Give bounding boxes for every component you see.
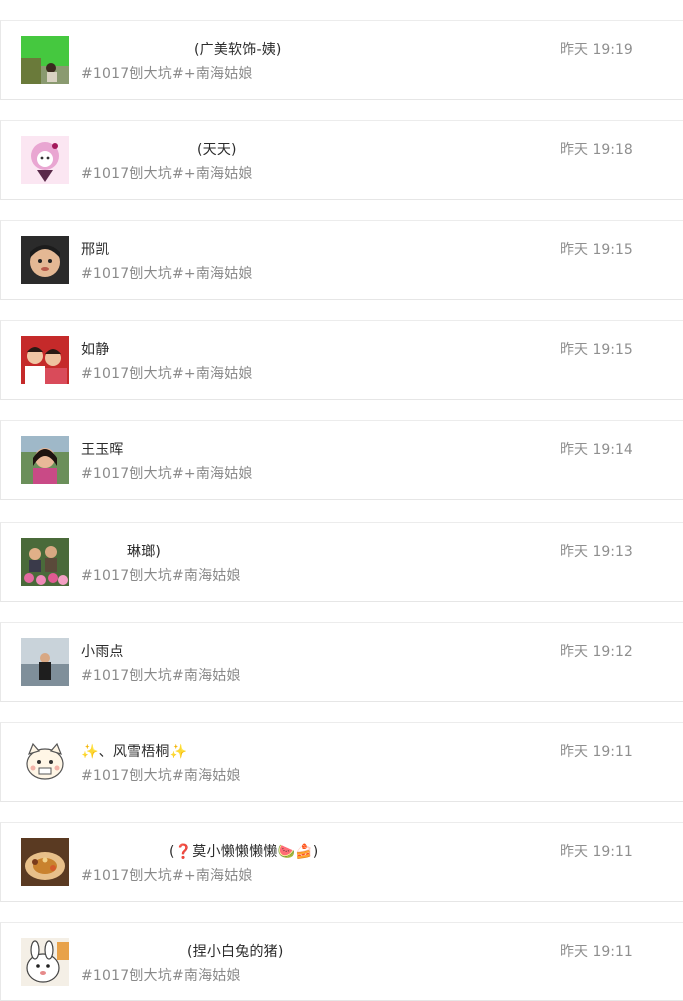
message-text: #1017刨大坑#+南海姑娘: [81, 868, 253, 884]
message-row[interactable]: (捏小白兔的猪) 昨天 19:11 #1017刨大坑#南海姑娘: [0, 922, 683, 1001]
sender-name: (天天): [197, 142, 237, 158]
message-time: 昨天 19:15: [560, 342, 633, 358]
sender-name: 王玉晖: [81, 442, 124, 458]
message-time: 昨天 19:13: [560, 544, 633, 560]
sender-name: (捏小白兔的猪): [187, 944, 284, 960]
message-row[interactable]: 琳瑯) 昨天 19:13 #1017刨大坑#南海姑娘: [0, 522, 683, 602]
avatar[interactable]: [21, 136, 69, 184]
message-row[interactable]: 如静 昨天 19:15 #1017刨大坑#+南海姑娘: [0, 320, 683, 400]
message-time: 昨天 19:11: [560, 744, 633, 760]
sender-name: 邢凯: [81, 242, 110, 258]
avatar[interactable]: [21, 36, 69, 84]
message-row[interactable]: (❓莫小懒懒懒懒🍉🍰) 昨天 19:11 #1017刨大坑#+南海姑娘: [0, 822, 683, 902]
message-time: 昨天 19:12: [560, 644, 633, 660]
avatar[interactable]: [21, 336, 69, 384]
sender-name: ✨、风雪梧桐✨: [81, 744, 188, 760]
avatar[interactable]: [21, 738, 69, 786]
message-text: #1017刨大坑#+南海姑娘: [81, 66, 253, 82]
message-row[interactable]: (天天) 昨天 19:18 #1017刨大坑#+南海姑娘: [0, 120, 683, 200]
sender-name: (❓莫小懒懒懒懒🍉🍰): [169, 844, 319, 860]
message-row[interactable]: 邢凯 昨天 19:15 #1017刨大坑#+南海姑娘: [0, 220, 683, 300]
avatar[interactable]: [21, 838, 69, 886]
message-text: #1017刨大坑#+南海姑娘: [81, 266, 253, 282]
sender-name: 琳瑯): [127, 544, 162, 560]
avatar[interactable]: [21, 236, 69, 284]
chat-message-list: (广美软饰-姨) 昨天 19:19 #1017刨大坑#+南海姑娘 (天天) 昨天…: [0, 0, 683, 1001]
message-time: 昨天 19:18: [560, 142, 633, 158]
message-text: #1017刨大坑#南海姑娘: [81, 768, 241, 784]
message-text: #1017刨大坑#南海姑娘: [81, 668, 241, 684]
avatar[interactable]: [21, 638, 69, 686]
message-time: 昨天 19:11: [560, 844, 633, 860]
message-row[interactable]: (广美软饰-姨) 昨天 19:19 #1017刨大坑#+南海姑娘: [0, 20, 683, 100]
message-time: 昨天 19:19: [560, 42, 633, 58]
avatar[interactable]: [21, 938, 69, 986]
message-text: #1017刨大坑#+南海姑娘: [81, 166, 253, 182]
message-text: #1017刨大坑#+南海姑娘: [81, 366, 253, 382]
message-time: 昨天 19:11: [560, 944, 633, 960]
message-text: #1017刨大坑#+南海姑娘: [81, 466, 253, 482]
message-time: 昨天 19:15: [560, 242, 633, 258]
message-text: #1017刨大坑#南海姑娘: [81, 568, 241, 584]
message-row[interactable]: ✨、风雪梧桐✨ 昨天 19:11 #1017刨大坑#南海姑娘: [0, 722, 683, 802]
avatar[interactable]: [21, 436, 69, 484]
message-row[interactable]: 小雨点 昨天 19:12 #1017刨大坑#南海姑娘: [0, 622, 683, 702]
sender-name: 如静: [81, 342, 110, 358]
message-text: #1017刨大坑#南海姑娘: [81, 968, 241, 984]
sender-name: 小雨点: [81, 644, 124, 660]
avatar[interactable]: [21, 538, 69, 586]
message-time: 昨天 19:14: [560, 442, 633, 458]
message-row[interactable]: 王玉晖 昨天 19:14 #1017刨大坑#+南海姑娘: [0, 420, 683, 500]
sender-name: (广美软饰-姨): [194, 42, 282, 58]
